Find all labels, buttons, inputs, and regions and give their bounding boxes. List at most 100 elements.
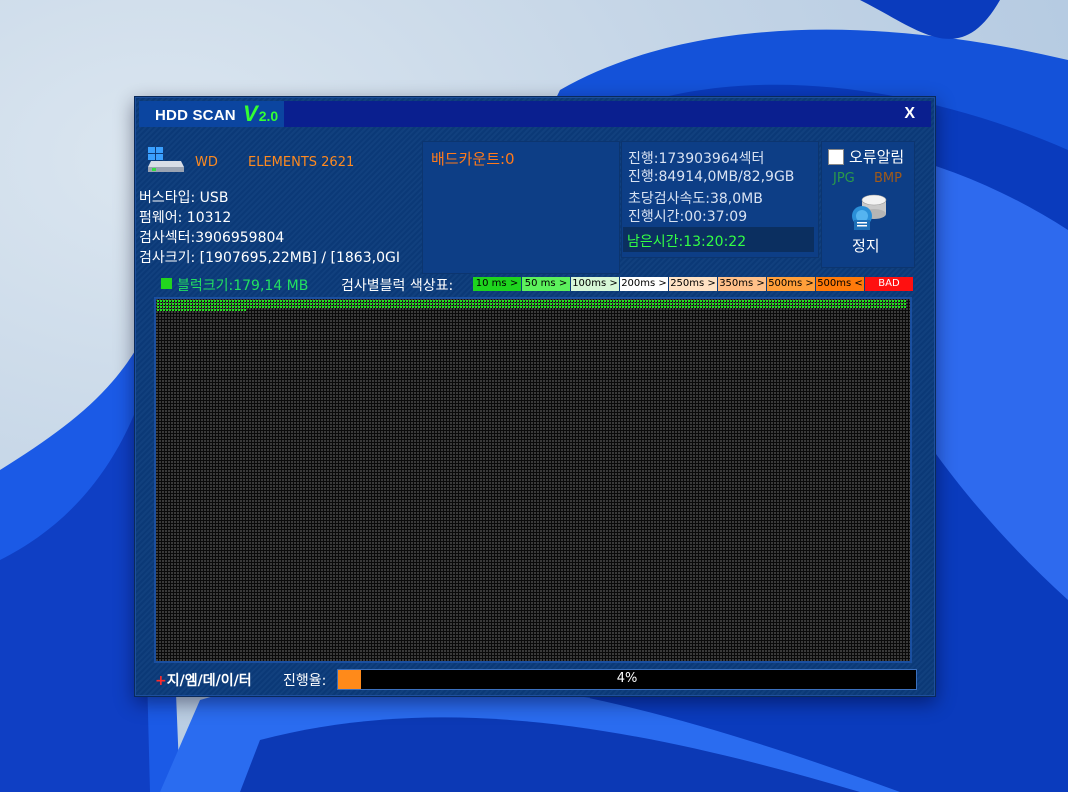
scanned-block: [490, 300, 492, 302]
scanned-block: [259, 306, 261, 308]
scanned-block: [787, 306, 789, 308]
scanned-block: [253, 306, 255, 308]
scanned-block: [388, 303, 390, 305]
scanned-block: [226, 303, 228, 305]
scanned-block: [343, 300, 345, 302]
error-alert-label[interactable]: 오류알림: [849, 146, 904, 167]
scanned-block: [745, 300, 747, 302]
scanned-block: [331, 303, 333, 305]
scanned-block: [889, 300, 891, 302]
scanned-block: [502, 306, 504, 308]
scanned-block: [835, 303, 837, 305]
scanned-block: [526, 306, 528, 308]
scanned-block: [754, 303, 756, 305]
scanned-block: [361, 303, 363, 305]
scanned-block: [427, 300, 429, 302]
scanned-block: [376, 306, 378, 308]
scanned-block: [238, 303, 240, 305]
format-bmp-option[interactable]: BMP: [874, 171, 902, 186]
scanned-block: [157, 300, 159, 302]
app-title: HDD SCAN: [155, 107, 236, 124]
scanned-block: [535, 306, 537, 308]
scanned-block: [190, 300, 192, 302]
scanned-block: [301, 306, 303, 308]
scanned-block: [232, 309, 234, 311]
scanned-block: [451, 303, 453, 305]
scanned-block: [241, 303, 243, 305]
scanned-block: [388, 306, 390, 308]
scanned-block: [310, 300, 312, 302]
scanned-block: [268, 303, 270, 305]
scanned-block: [340, 303, 342, 305]
legend-swatch-3: 200ms >: [620, 277, 669, 291]
scanned-block: [199, 306, 201, 308]
scanned-block: [217, 306, 219, 308]
scanned-block: [418, 306, 420, 308]
scanned-block: [559, 300, 561, 302]
scanned-block: [814, 306, 816, 308]
scanned-block: [226, 306, 228, 308]
scanned-block: [526, 300, 528, 302]
scanned-block: [244, 306, 246, 308]
scanned-block: [640, 303, 642, 305]
scanned-block: [364, 300, 366, 302]
scanned-block: [586, 306, 588, 308]
scanned-block: [502, 303, 504, 305]
scanned-block: [868, 300, 870, 302]
progress-sectors: 진행:173903964섹터: [628, 151, 765, 167]
scanned-block: [433, 303, 435, 305]
title-bar[interactable]: HDD SCAN V2.0 X: [139, 101, 931, 127]
scanned-block: [898, 303, 900, 305]
brand-name: 지/엠/데/이/터: [166, 673, 252, 689]
scanned-block: [613, 306, 615, 308]
database-scan-icon[interactable]: [850, 192, 888, 232]
scanned-block: [583, 306, 585, 308]
scanned-block: [574, 300, 576, 302]
scanned-block: [595, 300, 597, 302]
scanned-block: [565, 306, 567, 308]
scanned-block: [904, 306, 906, 308]
scanned-block: [904, 300, 906, 302]
scanned-block: [799, 300, 801, 302]
scanned-block: [466, 300, 468, 302]
scanned-block: [211, 309, 213, 311]
scanned-block: [289, 306, 291, 308]
scanned-block: [547, 303, 549, 305]
scanned-block: [703, 303, 705, 305]
scanned-block: [217, 303, 219, 305]
scanned-block: [436, 306, 438, 308]
scanned-block: [322, 300, 324, 302]
bad-count: 배드카운트:0: [431, 150, 515, 168]
scanned-block: [262, 303, 264, 305]
scanned-block: [709, 306, 711, 308]
scanned-block: [229, 303, 231, 305]
scanned-block: [184, 300, 186, 302]
scanned-block: [772, 300, 774, 302]
close-button[interactable]: X: [904, 105, 915, 123]
scanned-block: [670, 306, 672, 308]
stop-button[interactable]: 정지: [852, 235, 880, 256]
scanned-block: [823, 300, 825, 302]
scanned-block: [601, 300, 603, 302]
scanned-block: [904, 303, 906, 305]
scanned-block: [169, 300, 171, 302]
scanned-block: [700, 306, 702, 308]
scanned-block: [874, 303, 876, 305]
error-alert-checkbox[interactable]: [828, 149, 844, 165]
scanned-block: [583, 300, 585, 302]
scanned-block: [484, 300, 486, 302]
scanned-block: [328, 300, 330, 302]
scanned-block: [283, 300, 285, 302]
scanned-block: [811, 306, 813, 308]
format-jpg-option[interactable]: JPG: [833, 171, 855, 186]
scanned-block: [196, 309, 198, 311]
scanned-block: [541, 306, 543, 308]
scanned-block: [547, 306, 549, 308]
scanned-block: [721, 306, 723, 308]
scanned-block: [205, 309, 207, 311]
scanned-block: [334, 300, 336, 302]
scanned-block: [853, 300, 855, 302]
scanned-block: [592, 300, 594, 302]
scanned-block: [589, 306, 591, 308]
scanned-block: [874, 300, 876, 302]
